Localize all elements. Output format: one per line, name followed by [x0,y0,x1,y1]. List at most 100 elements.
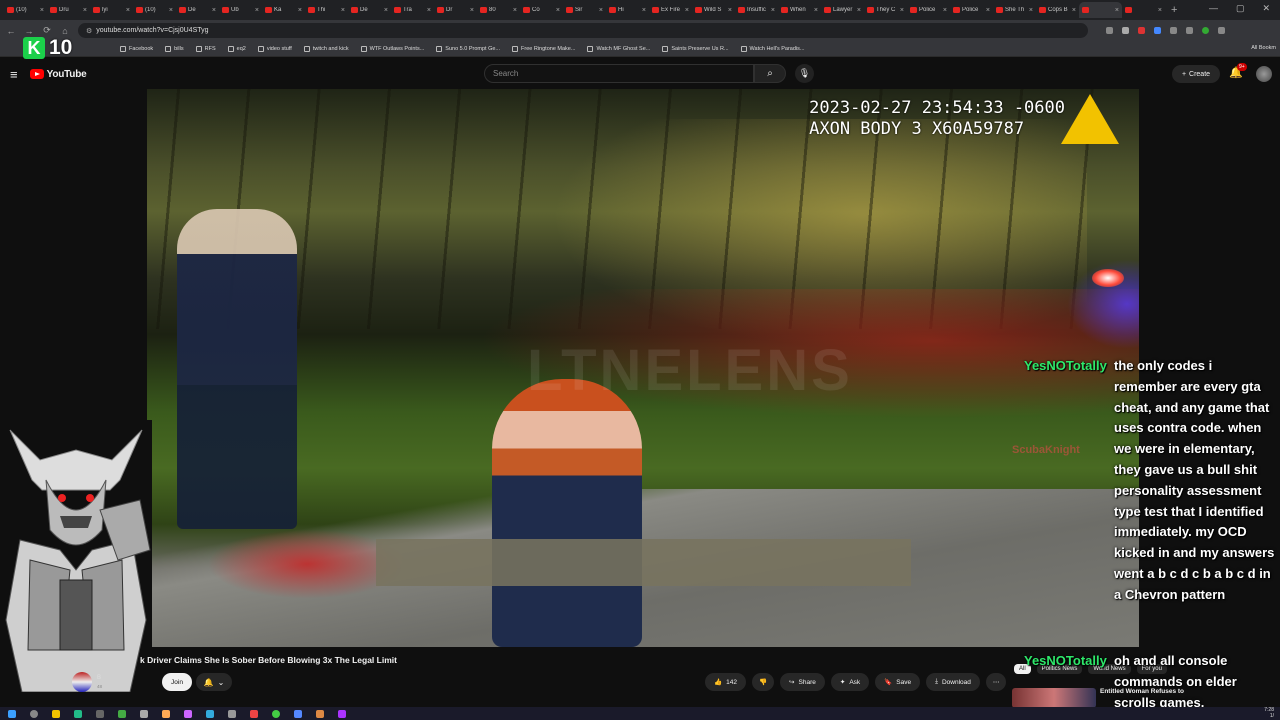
browser-tab[interactable]: Lawyer × [821,2,864,18]
tab-close-icon[interactable]: × [900,7,904,14]
browser-tab[interactable]: Ka × [262,2,305,18]
bookmark-item[interactable]: video stuff [257,45,292,52]
url-bar[interactable]: ⚙ youtube.com/watch?v=Cjsj0U4STyg [78,23,1088,38]
tab-close-icon[interactable]: × [685,7,689,14]
extension-puzzle-icon[interactable] [1170,27,1177,34]
forward-arrow-icon[interactable]: → [24,26,34,36]
browser-tab[interactable]: Insuffic × [735,2,778,18]
tab-close-icon[interactable]: × [212,7,216,14]
create-button[interactable]: + Create [1172,65,1220,83]
browser-tab[interactable]: lyi × [90,2,133,18]
browser-tab[interactable]: Wild S × [692,2,735,18]
tab-close-icon[interactable]: × [986,7,990,14]
browser-tab[interactable]: Dru × [47,2,90,18]
taskbar-app-icon[interactable] [228,709,236,718]
share-button[interactable]: ↪ Share [780,673,825,691]
join-button[interactable]: Join [162,673,192,691]
install-icon[interactable] [1106,27,1113,34]
taskbar-app-icon[interactable] [96,709,104,718]
bookmark-item[interactable]: Watch MF Ghost Se... [587,45,650,52]
profile-green-icon[interactable] [1202,27,1209,34]
tab-close-icon[interactable]: × [1115,7,1119,14]
browser-tab[interactable]: Police × [907,2,950,18]
tab-close-icon[interactable]: × [255,7,259,14]
tab-close-icon[interactable]: × [556,7,560,14]
taskbar-app-icon[interactable] [206,709,214,718]
taskbar-app-icon[interactable] [74,709,82,718]
download-button[interactable]: ⤓ Download [926,673,980,691]
tab-close-icon[interactable]: × [470,7,474,14]
browser-tab[interactable]: De × [348,2,391,18]
system-clock[interactable]: 7:28 1/ [1264,707,1274,719]
search-button[interactable]: ⌕ [754,64,786,83]
tab-close-icon[interactable]: × [814,7,818,14]
tab-close-icon[interactable]: × [513,7,517,14]
browser-tab[interactable]: Thi × [305,2,348,18]
browser-tab[interactable]: De × [176,2,219,18]
tab-close-icon[interactable]: × [1072,7,1076,14]
bookmark-item[interactable]: twitch and kick [303,45,349,52]
taskbar-app-icon[interactable] [250,709,258,718]
like-button[interactable]: 👍 142 [705,673,746,691]
video-player[interactable]: LTNELENS 2023-02-27 23:54:33 -0600 AXON … [147,89,1139,647]
taskbar-app-icon[interactable] [316,709,324,718]
tab-close-icon[interactable]: × [384,7,388,14]
taskbar-app-icon[interactable] [118,709,126,718]
bookmark-item[interactable]: bills [165,45,184,52]
tab-close-icon[interactable]: × [169,7,173,14]
bookmark-item[interactable]: WTF Outlaws Points... [360,45,424,52]
tab-close-icon[interactable]: × [857,7,861,14]
site-info-icon[interactable]: ⚙ [86,27,92,35]
maximize-button[interactable]: ▢ [1236,3,1245,14]
taskbar-app-icon[interactable] [294,709,302,718]
bookmark-item[interactable]: Saints Preserve Us R... [662,45,729,52]
browser-tab[interactable]: They C × [864,2,907,18]
browser-tab[interactable]: Cops B × [1036,2,1079,18]
browser-tab[interactable]: Ex Fire × [649,2,692,18]
tab-close-icon[interactable]: × [599,7,603,14]
browser-tab[interactable]: Sir × [563,2,606,18]
extension-blue-icon[interactable] [1154,27,1161,34]
kebab-menu-icon[interactable] [1218,27,1225,34]
browser-tab[interactable]: × [1079,2,1122,18]
tab-close-icon[interactable]: × [642,7,646,14]
home-icon[interactable]: ⌂ [60,26,70,36]
close-window-button[interactable]: ✕ [1262,3,1270,14]
ask-button[interactable]: ✦ Ask [830,673,870,691]
browser-tab[interactable]: When × [778,2,821,18]
bookmark-item[interactable]: eq2 [227,45,246,52]
taskbar-app-icon[interactable] [338,709,346,718]
tab-close-icon[interactable]: × [728,7,732,14]
all-bookmarks-button[interactable]: All Bookm [1251,45,1276,51]
tab-close-icon[interactable]: × [40,7,44,14]
tab-close-icon[interactable]: × [771,7,775,14]
tab-close-icon[interactable]: × [126,7,130,14]
browser-tab[interactable]: Co × [520,2,563,18]
sidepanel-icon[interactable] [1186,27,1193,34]
taskbar-app-icon[interactable] [184,709,192,718]
chrome-icon[interactable] [272,709,280,718]
bookmark-item[interactable]: Suno 5.0 Prompt Ge... [436,45,500,52]
tab-close-icon[interactable]: × [1158,7,1162,14]
tab-close-icon[interactable]: × [298,7,302,14]
tab-close-icon[interactable]: × [427,7,431,14]
taskbar-app-icon[interactable] [162,709,170,718]
browser-tab[interactable]: Tra × [391,2,434,18]
file-explorer-icon[interactable] [52,709,60,718]
tab-close-icon[interactable]: × [1029,7,1033,14]
browser-tab[interactable]: Dr × [434,2,477,18]
bookmark-item[interactable]: Watch Hell's Paradis... [740,45,804,52]
browser-tab[interactable]: Police × [950,2,993,18]
search-input[interactable]: Search [484,64,754,83]
back-arrow-icon[interactable]: ← [6,26,16,36]
recommended-thumbnail[interactable] [1012,688,1096,708]
dislike-button[interactable]: 👎 [751,673,775,691]
channel-name[interactable]: B [97,675,101,681]
bookmark-item[interactable]: RFS [195,45,216,52]
bookmark-item[interactable]: Free Ringtone Make... [512,45,575,52]
tab-close-icon[interactable]: × [341,7,345,14]
account-avatar[interactable] [1256,66,1272,82]
save-button[interactable]: 🔖 Save [875,673,921,691]
new-tab-button[interactable]: + [1171,4,1177,16]
browser-tab[interactable]: 80 × [477,2,520,18]
